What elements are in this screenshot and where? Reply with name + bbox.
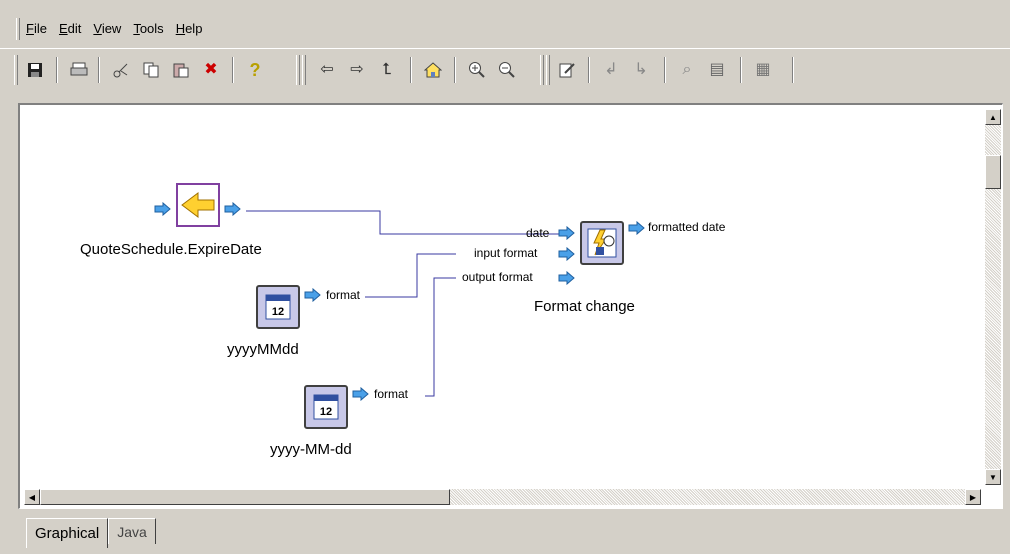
menu-help[interactable]: Help — [176, 21, 203, 36]
view-tabs: Graphical Java — [26, 518, 156, 548]
input-port-input-format-arrow-icon[interactable] — [558, 246, 576, 264]
menu-items: File Edit View Tools Help — [26, 21, 202, 36]
toolbar-grip — [14, 55, 18, 85]
toolbar-separator — [98, 57, 100, 83]
input-port-input-format-label: input format — [474, 246, 538, 260]
paste-icon[interactable] — [170, 59, 192, 81]
const2-out-arrow-icon — [352, 386, 370, 404]
link-const1-input — [365, 253, 456, 298]
toolbar-separator — [792, 57, 794, 83]
step-over-icon[interactable]: ↳ — [630, 59, 652, 81]
input-port-date-label: date — [526, 226, 550, 240]
calendar-icon[interactable]: 12 — [304, 385, 348, 429]
const1-label: yyyyMMdd — [227, 341, 299, 358]
menu-edit[interactable]: Edit — [59, 21, 81, 36]
menu-bar: File Edit View Tools Help — [0, 0, 1010, 48]
tool-icon[interactable]: ▦ — [752, 59, 774, 81]
svg-text:12: 12 — [272, 306, 284, 318]
function-node-label: Format change — [534, 298, 635, 315]
toolbar-grip — [302, 55, 306, 85]
output-port-arrow-icon[interactable] — [628, 220, 646, 238]
diagram-connections — [246, 210, 566, 397]
menu-grip — [16, 18, 20, 40]
toolbar-separator — [410, 57, 412, 83]
scroll-down-button[interactable]: ▼ — [985, 469, 1001, 485]
source-in-arrow-icon — [154, 201, 172, 219]
link-source-date — [246, 210, 566, 235]
horizontal-scroll-thumb[interactable] — [40, 489, 450, 505]
const2-label: yyyy-MM-dd — [270, 441, 352, 458]
tab-java[interactable]: Java — [108, 518, 156, 544]
const2-port-label: format — [374, 387, 409, 401]
output-port-label: formatted date — [648, 220, 726, 234]
edit-icon[interactable] — [556, 59, 578, 81]
toolbar-separator — [56, 57, 58, 83]
home-icon[interactable] — [422, 59, 444, 81]
toolbar-separator — [664, 57, 666, 83]
save-icon[interactable] — [24, 59, 46, 81]
step-into-icon[interactable]: ↲ — [600, 59, 622, 81]
toolbar-separator — [232, 57, 234, 83]
source-node-label: QuoteSchedule.ExpireDate — [80, 241, 262, 258]
svg-text:12: 12 — [320, 406, 332, 418]
toolbar-grip — [296, 55, 300, 85]
up-icon[interactable]: ⮤ — [376, 59, 398, 81]
const1-port-label: format — [326, 288, 361, 302]
toolbar-separator — [454, 57, 456, 83]
cut-icon[interactable] — [110, 59, 132, 81]
help-icon[interactable]: ? — [244, 59, 266, 81]
input-port-output-format-arrow-icon[interactable] — [558, 270, 576, 288]
toolbar-grip — [546, 55, 550, 85]
scroll-left-button[interactable]: ◀ — [24, 489, 40, 505]
zoom-in-icon[interactable] — [466, 59, 488, 81]
calendar-icon[interactable]: 12 — [256, 285, 300, 329]
find-icon[interactable]: ⌕ — [676, 59, 698, 81]
toolbar-separator — [588, 57, 590, 83]
print-icon[interactable] — [68, 59, 90, 81]
menu-view[interactable]: View — [93, 21, 121, 36]
source-out-arrow-icon — [224, 201, 242, 219]
zoom-out-icon[interactable] — [496, 59, 518, 81]
copy-icon[interactable] — [140, 59, 162, 81]
back-icon[interactable]: ⇦ — [316, 59, 338, 81]
input-port-date-arrow-icon[interactable] — [558, 225, 576, 243]
function-node-icon[interactable] — [580, 221, 624, 265]
menu-file[interactable]: File — [26, 21, 47, 36]
link-const2-output — [425, 277, 456, 397]
menu-tools[interactable]: Tools — [133, 21, 163, 36]
source-node-icon[interactable] — [176, 183, 220, 227]
toolbar-separator — [740, 57, 742, 83]
scroll-right-button[interactable]: ▶ — [965, 489, 981, 505]
scroll-up-button[interactable]: ▲ — [985, 109, 1001, 125]
vertical-scroll-thumb[interactable] — [985, 155, 1001, 189]
document-icon[interactable]: ▤ — [706, 59, 728, 81]
delete-icon[interactable]: ✖ — [200, 59, 222, 81]
toolbar: ✖ ? ⇦ ⇨ ⮤ ↲ ↳ ⌕ ▤ ▦ — [0, 48, 1010, 93]
mapping-canvas[interactable]: QuoteSchedule.ExpireDate 12 format yyyyM… — [18, 103, 1003, 509]
const1-out-arrow-icon — [304, 287, 322, 305]
tab-graphical[interactable]: Graphical — [26, 518, 109, 548]
input-port-output-format-label: output format — [462, 270, 533, 284]
forward-icon[interactable]: ⇨ — [346, 59, 368, 81]
toolbar-grip — [540, 55, 544, 85]
